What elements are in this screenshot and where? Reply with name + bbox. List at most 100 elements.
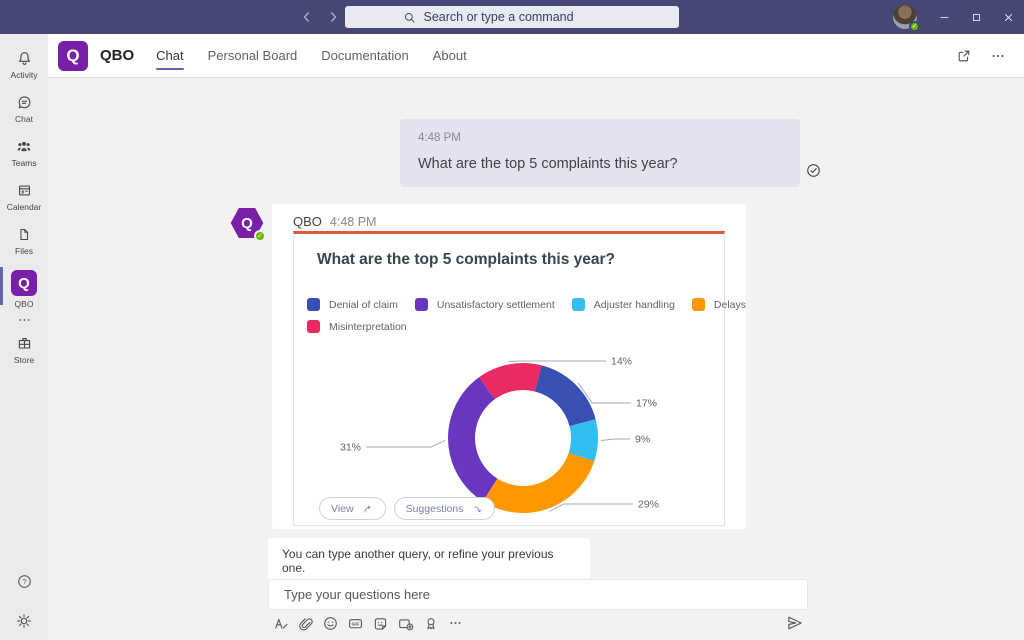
legend-label: Delays bbox=[714, 299, 746, 311]
slice-percent-label: 17% bbox=[636, 398, 657, 410]
sidebar-item-label: Calendar bbox=[7, 202, 42, 212]
format-icon[interactable] bbox=[272, 614, 289, 632]
user-avatar[interactable]: ✓ bbox=[893, 5, 917, 29]
legend-label: Unsatisfactory settlement bbox=[437, 299, 555, 311]
chart-card: What are the top 5 complaints this year?… bbox=[293, 231, 725, 526]
chart-legend: Denial of claim Unsatisfactory settlement… bbox=[307, 298, 721, 342]
close-button[interactable] bbox=[992, 0, 1024, 34]
legend-label: Denial of claim bbox=[329, 299, 398, 311]
bot-message-block: QBO 4:48 PM What are the top 5 complaints… bbox=[272, 204, 746, 529]
window-controls bbox=[928, 0, 1024, 34]
send-icon[interactable] bbox=[786, 614, 804, 632]
files-icon bbox=[16, 226, 32, 243]
sidebar-item-label: QBO bbox=[15, 299, 34, 309]
suggestions-button-label: Suggestions bbox=[406, 503, 464, 515]
back-icon[interactable] bbox=[300, 10, 314, 24]
more-icon[interactable] bbox=[447, 614, 464, 632]
tab-documentation[interactable]: Documentation bbox=[321, 34, 408, 77]
sidebar-item-label: Files bbox=[15, 246, 33, 256]
sidebar-item-store[interactable]: Store bbox=[0, 327, 48, 371]
sidebar-item-label: Store bbox=[14, 355, 34, 365]
minimize-button[interactable] bbox=[928, 0, 960, 34]
legend-item: Misinterpretation bbox=[307, 320, 407, 333]
composer-toolbar: GIF bbox=[272, 614, 464, 632]
legend-swatch bbox=[572, 298, 585, 311]
praise-icon[interactable] bbox=[422, 614, 439, 632]
title-bar: ✓ bbox=[0, 0, 1024, 34]
user-message-bubble: 4:48 PM What are the top 5 complaints th… bbox=[400, 119, 800, 187]
store-icon bbox=[16, 335, 33, 352]
settings-icon[interactable] bbox=[15, 612, 33, 630]
sidebar-item-activity[interactable]: Activity bbox=[0, 42, 48, 86]
search-icon bbox=[403, 11, 416, 24]
tab-chat[interactable]: Chat bbox=[156, 34, 183, 77]
gif-icon[interactable]: GIF bbox=[347, 614, 364, 632]
bot-message-time: 4:48 PM bbox=[330, 215, 377, 229]
forward-icon[interactable] bbox=[326, 10, 340, 24]
message-input[interactable] bbox=[282, 586, 807, 603]
slice-percent-label: 9% bbox=[635, 434, 650, 446]
left-rail: ActivityChatTeamsCalendarFilesQQBOStore … bbox=[0, 34, 48, 640]
chart-title: What are the top 5 complaints this year? bbox=[317, 251, 615, 269]
sidebar-item-files[interactable]: Files bbox=[0, 218, 48, 262]
sidebar-item-teams[interactable]: Teams bbox=[0, 130, 48, 174]
svg-text:GIF: GIF bbox=[352, 621, 360, 626]
legend-label: Adjuster handling bbox=[594, 299, 675, 311]
sidebar-item-label: Activity bbox=[11, 70, 38, 80]
tab-list: Chat Personal Board Documentation About bbox=[156, 34, 467, 77]
slice-percent-label: 29% bbox=[638, 499, 659, 511]
popout-icon[interactable] bbox=[956, 48, 972, 64]
legend-item: Unsatisfactory settlement bbox=[415, 298, 555, 311]
help-icon[interactable]: ? bbox=[16, 573, 33, 590]
bot-status-icon: ✓ bbox=[254, 230, 266, 242]
callout-line bbox=[601, 439, 630, 440]
message-time: 4:48 PM bbox=[418, 132, 784, 144]
bot-message-header: QBO 4:48 PM bbox=[272, 204, 746, 229]
command-search[interactable] bbox=[345, 6, 679, 28]
chat-pane: 4:48 PM What are the top 5 complaints th… bbox=[48, 78, 1024, 640]
legend-swatch bbox=[415, 298, 428, 311]
callout-line bbox=[549, 504, 633, 511]
app-tab-bar: Q QBO ChatPersonal BoardDocumentationAbo… bbox=[48, 34, 1024, 78]
left-rail-items: Activity Chat Teams Calendar Files Q QBO Store bbox=[0, 42, 48, 371]
sticker-icon[interactable] bbox=[372, 614, 389, 632]
legend-item: Denial of claim bbox=[307, 298, 398, 311]
legend-swatch bbox=[692, 298, 705, 311]
legend-swatch bbox=[307, 298, 320, 311]
composer[interactable] bbox=[268, 579, 808, 610]
legend-swatch bbox=[307, 320, 320, 333]
search-input[interactable] bbox=[422, 9, 622, 25]
sidebar-item-calendar[interactable]: Calendar bbox=[0, 174, 48, 218]
bell-icon bbox=[16, 50, 33, 67]
view-button-label: View bbox=[331, 503, 354, 515]
more-options-icon[interactable] bbox=[990, 48, 1006, 64]
slice-percent-label: 31% bbox=[340, 442, 361, 454]
suggestions-button[interactable]: Suggestions bbox=[394, 497, 496, 520]
meet-icon[interactable] bbox=[397, 614, 414, 632]
more-icon bbox=[17, 316, 32, 324]
view-button[interactable]: View bbox=[319, 497, 386, 520]
card-actions: View Suggestions bbox=[319, 497, 495, 520]
sidebar-item-label: Teams bbox=[11, 158, 36, 168]
history-nav bbox=[300, 0, 340, 34]
tab-about[interactable]: About bbox=[433, 34, 467, 77]
sidebar-more-apps[interactable] bbox=[0, 315, 48, 327]
callout-line bbox=[366, 440, 445, 447]
bot-sender-name: QBO bbox=[293, 214, 322, 229]
svg-text:?: ? bbox=[22, 577, 26, 586]
sidebar-item-qbo[interactable]: Q QBO bbox=[0, 262, 48, 315]
attach-icon[interactable] bbox=[297, 614, 314, 632]
chat-icon bbox=[16, 94, 33, 111]
teams-icon bbox=[15, 138, 33, 155]
maximize-button[interactable] bbox=[960, 0, 992, 34]
sidebar-item-chat[interactable]: Chat bbox=[0, 86, 48, 130]
arrow-up-right-icon bbox=[362, 503, 374, 515]
qbo-logo-icon: Q bbox=[11, 270, 37, 296]
left-rail-bottom: ? bbox=[0, 573, 48, 630]
tab-personal-board[interactable]: Personal Board bbox=[208, 34, 298, 77]
sent-check-icon bbox=[805, 162, 822, 179]
sidebar-item-label: Chat bbox=[15, 114, 33, 124]
arrow-down-icon bbox=[471, 503, 483, 515]
emoji-icon[interactable] bbox=[322, 614, 339, 632]
message-text: What are the top 5 complaints this year? bbox=[418, 156, 784, 172]
